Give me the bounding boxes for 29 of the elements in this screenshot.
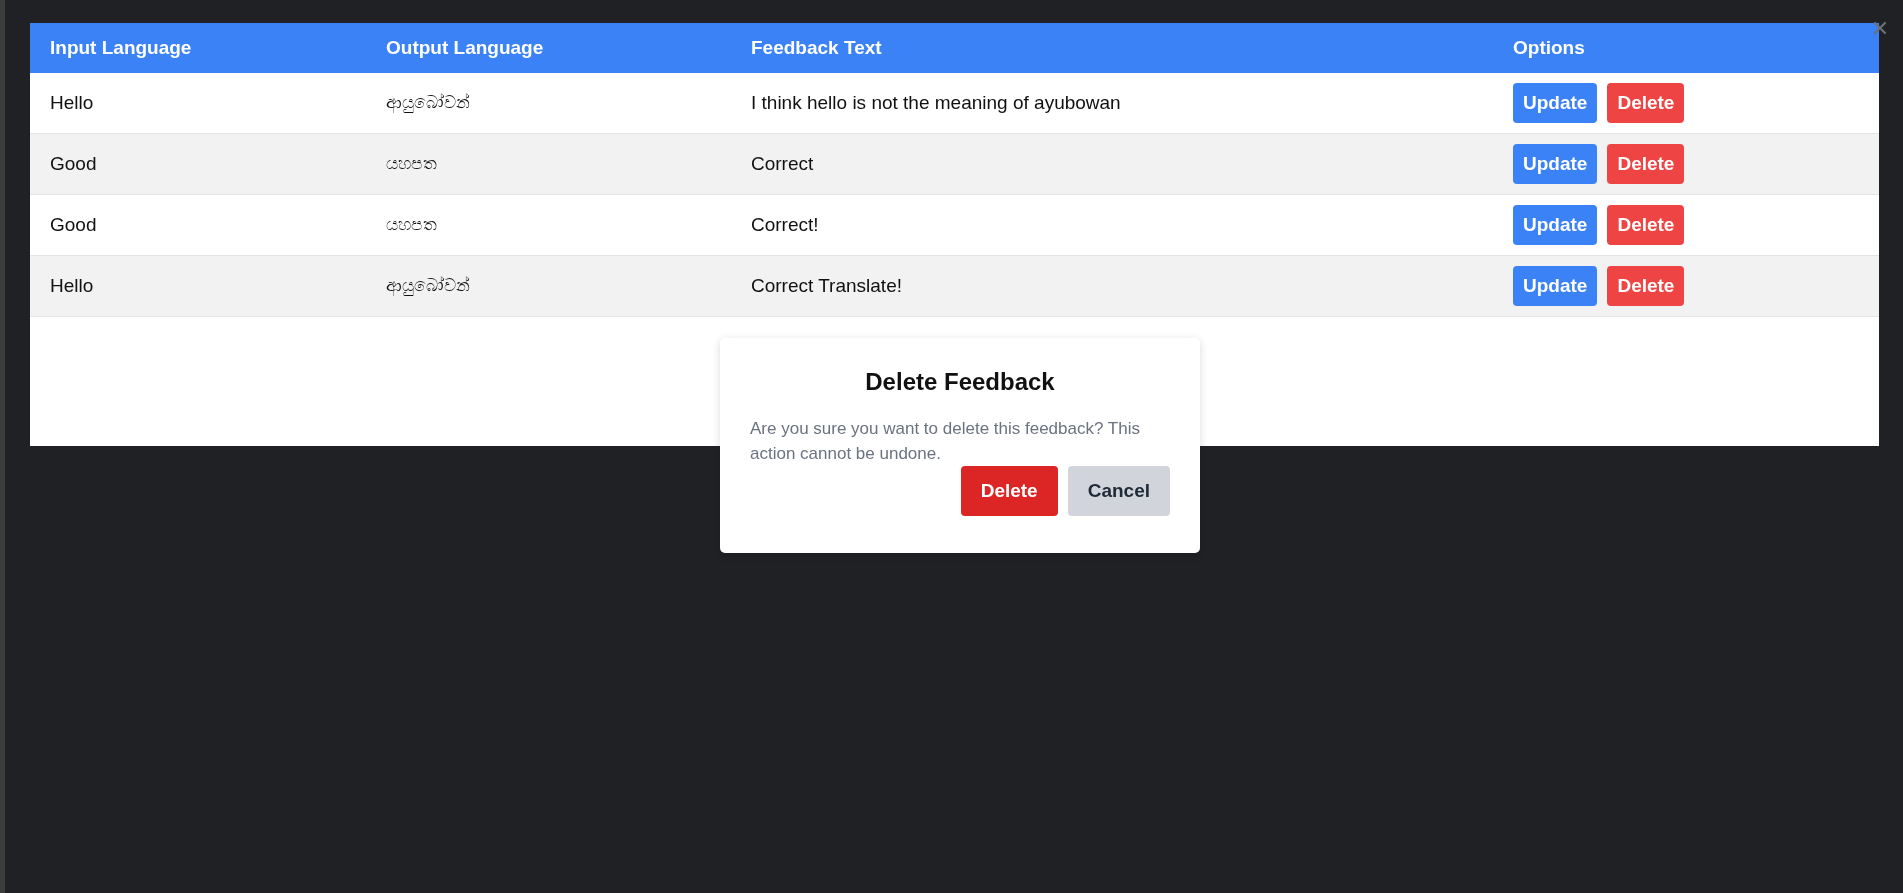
table-cell-text: Hello — [50, 92, 95, 114]
cancel-button[interactable]: Cancel — [1067, 466, 1170, 516]
table-cell-text: Correct Translate! — [751, 275, 903, 297]
table-cell-text: Correct — [751, 153, 815, 175]
table-cell-text: ආයුබෝවන් — [386, 276, 471, 296]
delete-button[interactable]: Delete — [960, 466, 1058, 516]
delete-button[interactable]: Delete — [1607, 266, 1685, 306]
delete-button[interactable]: Delete — [1607, 205, 1685, 245]
table-cell-text: යහපත — [386, 154, 438, 174]
column-header: Output Language — [386, 37, 545, 59]
table-cell-text: Hello — [50, 275, 95, 297]
dialog-message: Are you sure you want to delete this feedback? This action cannot be undone. — [750, 418, 1141, 465]
table-cell-text: Good — [50, 214, 98, 236]
update-button[interactable]: Update — [1513, 83, 1598, 123]
update-button[interactable]: Update — [1513, 144, 1598, 184]
table-cell-text: යහපත — [386, 215, 438, 235]
table-cell-text: Correct! — [751, 214, 820, 236]
table-cell-text: ආයුබෝවන් — [386, 93, 471, 113]
column-header: Options — [1513, 37, 1586, 59]
column-header: Input Language — [50, 37, 193, 59]
dialog-title: Delete Feedback — [864, 368, 1056, 396]
delete-button[interactable]: Delete — [1607, 83, 1685, 123]
delete-button[interactable]: Delete — [1607, 144, 1685, 184]
close-icon[interactable] — [1873, 21, 1887, 35]
column-header: Feedback Text — [751, 37, 883, 59]
table-cell-text: I think hello is not the meaning of ayubowan — [751, 92, 1122, 114]
update-button[interactable]: Update — [1513, 205, 1598, 245]
table-cell-text: Good — [50, 153, 98, 175]
update-button[interactable]: Update — [1513, 266, 1598, 306]
